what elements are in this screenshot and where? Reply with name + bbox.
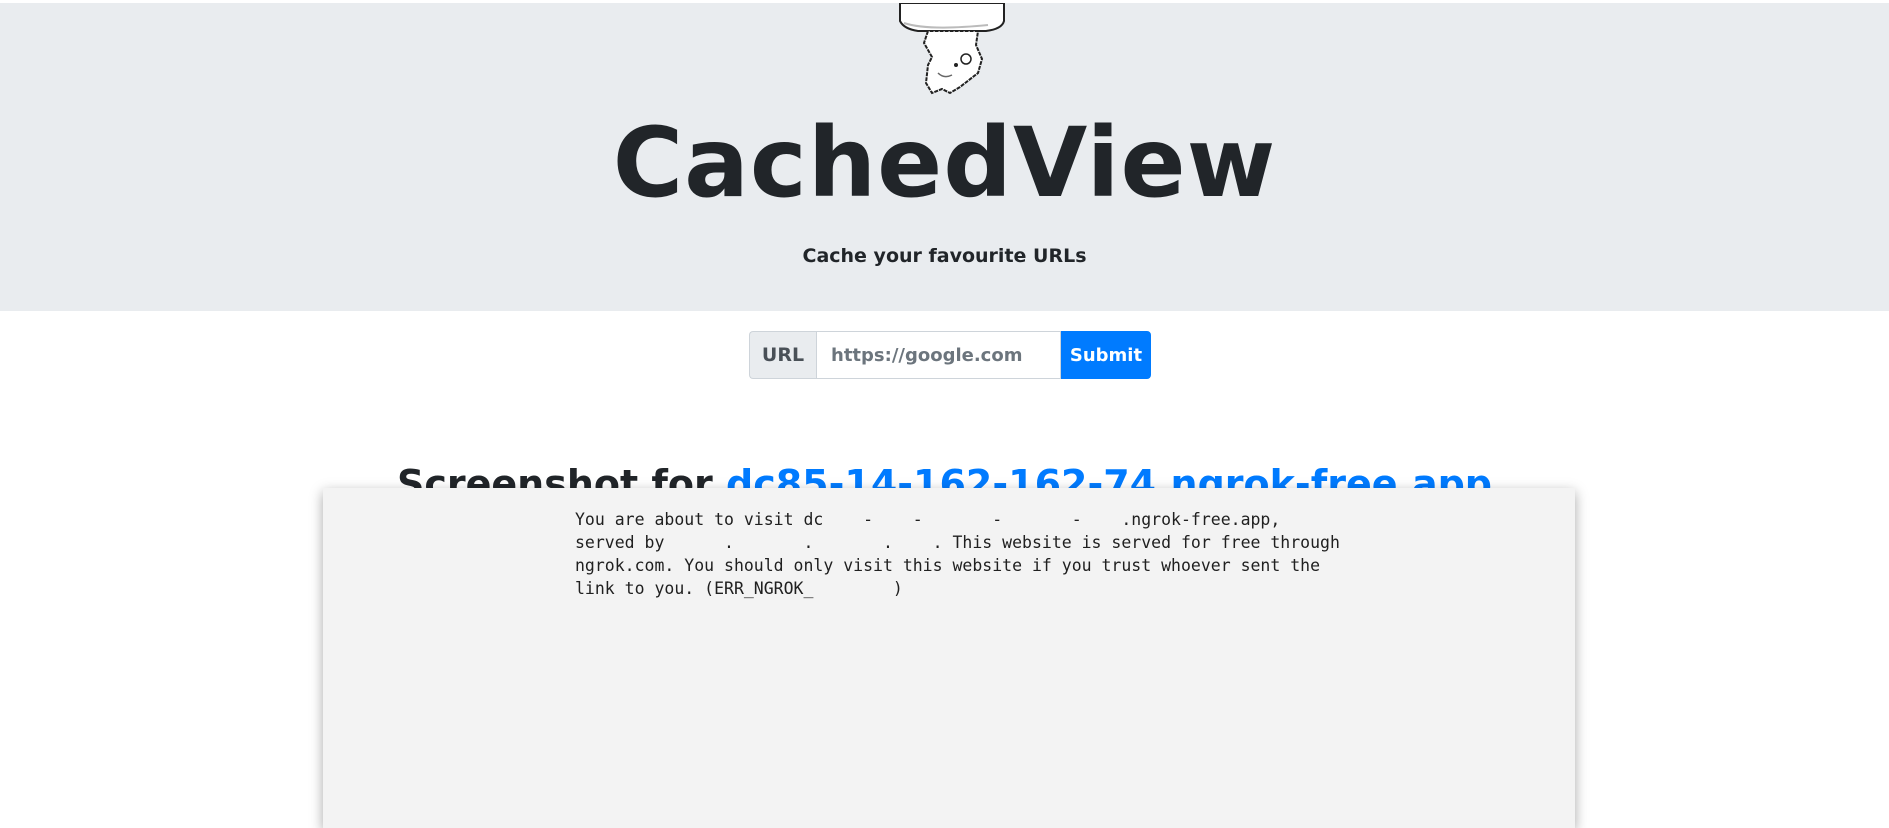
screenshot-preview: You are about to visit dc - - - - .ngrok…: [323, 488, 1575, 828]
page-text-line: You are about to visit dc - - - - .ngrok…: [575, 510, 1281, 529]
jumbotron-header: CachedView Cache your favourite URLs: [0, 3, 1889, 311]
site-tagline: Cache your favourite URLs: [802, 245, 1087, 267]
pixel-ghost-mascot-icon: [899, 3, 1005, 95]
submit-button[interactable]: Submit: [1061, 331, 1151, 379]
url-form: URL Submit: [749, 331, 1151, 379]
url-input-label: URL: [749, 331, 816, 379]
page-text-line: link to you. (ERR_NGROK_ ): [575, 579, 903, 598]
page-text-line: served by . . . . This website is served…: [575, 533, 1340, 552]
site-title: CachedView: [612, 107, 1277, 219]
url-input[interactable]: [816, 331, 1061, 379]
screenshot-page-text: You are about to visit dc - - - - .ngrok…: [575, 508, 1355, 600]
page-text-line: ngrok.com. You should only visit this we…: [575, 556, 1321, 575]
